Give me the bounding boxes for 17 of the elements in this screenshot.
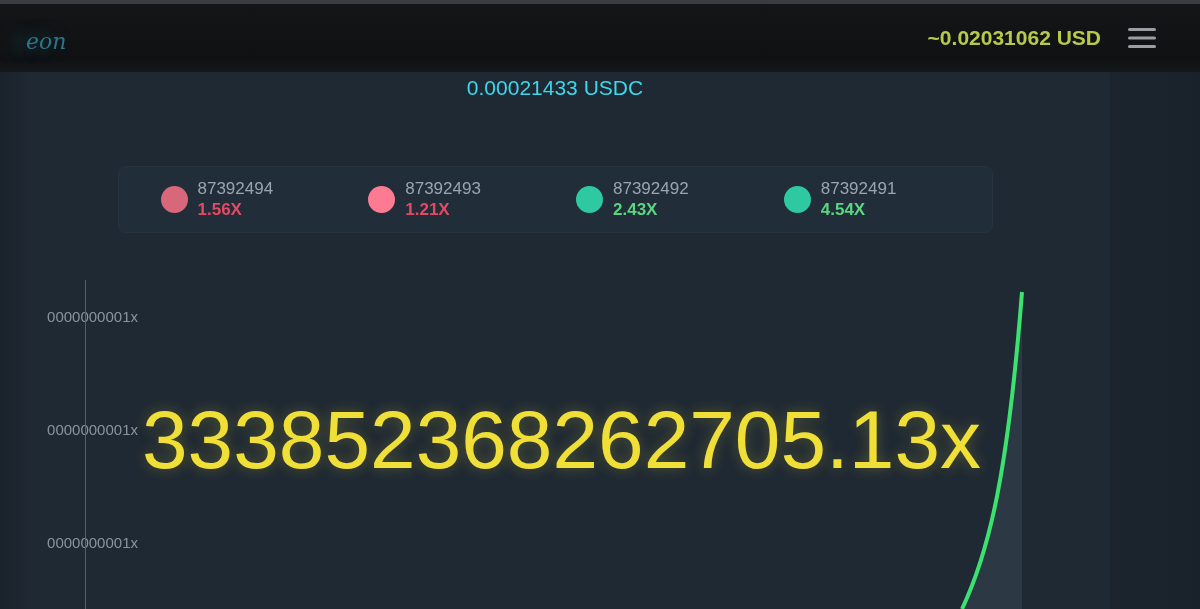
round-multiplier: 4.54X (820, 199, 867, 221)
menu-icon (1128, 28, 1156, 48)
round-multiplier: 1.56X (197, 199, 243, 221)
round-number: 87392494 (197, 178, 274, 199)
balance-usdc: 0.00021433 USDC (466, 75, 644, 101)
round-number: 87392492 (613, 178, 689, 199)
menu-button[interactable] (1128, 28, 1156, 48)
current-multiplier: 333852368262705.13x (142, 397, 982, 483)
round-multiplier: 1.21X (405, 199, 451, 221)
balance-usd: ~0.02031062 USD (927, 26, 1101, 50)
round-number: 87392491 (820, 178, 897, 199)
y-axis-label: 0000000001x (47, 307, 138, 327)
round-multiplier: 2.43X (613, 199, 659, 221)
round-number: 87392493 (405, 178, 481, 199)
y-axis-label: 0000000001x (47, 420, 138, 440)
y-axis-label: 0000000001x (47, 533, 138, 553)
logo-text: eon (26, 28, 67, 54)
